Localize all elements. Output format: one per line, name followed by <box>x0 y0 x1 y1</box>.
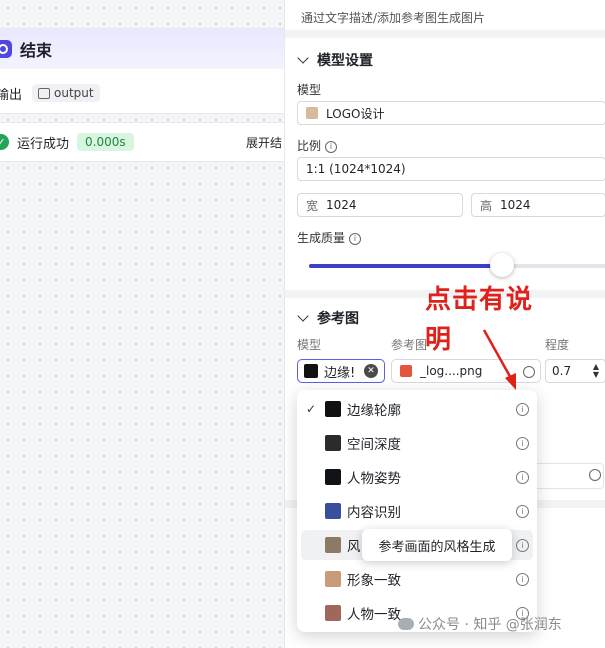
model-select[interactable]: LOGO设计 <box>297 101 605 125</box>
model-label: 模型 <box>297 83 322 97</box>
end-node-icon <box>0 40 12 58</box>
watermark: 公众号 · 知乎 @张润东 <box>398 614 562 634</box>
watermark-text: 公众号 · 知乎 @张润东 <box>418 617 562 633</box>
info-icon[interactable]: i <box>325 140 338 153</box>
degree-stepper[interactable]: 0.7 ▲ ▼ <box>545 359 605 383</box>
model-value: LOGO设计 <box>326 106 385 121</box>
option-tooltip: 参考画面的风格生成 <box>362 529 512 561</box>
reference-model-value: 边缘! <box>324 365 356 381</box>
file-thumbnail <box>400 365 412 377</box>
option-label: 空间深度 <box>347 437 401 453</box>
option-label: 内容识别 <box>347 505 401 521</box>
info-icon[interactable]: i <box>349 232 362 245</box>
gear-icon[interactable] <box>523 366 535 378</box>
workflow-canvas[interactable]: 结束 输出 output ✓ 运行成功 0.000s 展开结 <box>0 0 284 648</box>
check-icon: ✓ <box>305 402 317 416</box>
height-prefix: 高 <box>480 198 493 213</box>
quality-label-text: 生成质量 <box>297 231 346 245</box>
end-node[interactable]: 结束 输出 output <box>0 28 284 114</box>
option-thumbnail <box>325 537 341 553</box>
ratio-label: 比例 i <box>297 137 338 154</box>
option-label: 形象一致 <box>347 573 401 589</box>
ratio-value: 1:1 (1024*1024) <box>306 162 406 176</box>
chevron-down-icon <box>297 52 309 64</box>
reference-file-name: _log....png <box>420 364 483 378</box>
run-time-badge: 0.000s <box>77 133 134 151</box>
option-thumbnail <box>325 571 341 587</box>
info-icon[interactable]: i <box>516 572 529 586</box>
quality-slider-fill <box>309 264 502 268</box>
quality-slider-thumb[interactable] <box>490 253 514 277</box>
ratio-label-text: 比例 <box>297 139 322 153</box>
model-thumbnail <box>306 107 318 119</box>
output-tag: output <box>32 84 100 102</box>
reference-image-title: 参考图 <box>317 311 359 327</box>
info-icon[interactable]: i <box>516 538 529 552</box>
info-icon[interactable]: i <box>516 436 529 450</box>
model-settings-title: 模型设置 <box>317 53 373 69</box>
dropdown-option[interactable]: 形象一致 i <box>301 564 533 594</box>
reference-model-dropdown: ✓ 边缘轮廓 i 空间深度 i 人物姿势 i 内容识别 i 风 i 形象一致 i 人物一致 i <box>297 390 537 632</box>
gear-icon[interactable] <box>589 469 601 481</box>
run-result-bar: ✓ 运行成功 0.000s 展开结 <box>0 122 284 162</box>
option-thumbnail <box>325 503 341 519</box>
reference-image-header[interactable]: 参考图 <box>297 308 359 328</box>
ratio-select[interactable]: 1:1 (1024*1024) <box>297 157 605 181</box>
width-value: 1024 <box>326 198 357 212</box>
ref-col-model: 模型 <box>297 338 322 352</box>
chevron-down-icon <box>297 310 309 322</box>
option-thumbnail <box>325 435 341 451</box>
output-label: 输出 <box>0 87 23 103</box>
clear-icon[interactable]: ✕ <box>364 364 378 378</box>
option-label: 人物一致 <box>347 607 401 623</box>
dropdown-option[interactable]: 内容识别 i <box>301 496 533 526</box>
section-divider <box>285 30 605 38</box>
stepper-arrows-icon[interactable]: ▲ ▼ <box>593 363 599 379</box>
dropdown-option[interactable]: ✓ 边缘轮廓 i <box>301 394 533 424</box>
width-prefix: 宽 <box>306 198 319 213</box>
ref-col-reference: 参考图 <box>391 338 428 352</box>
wechat-icon <box>398 618 414 630</box>
expand-result-link[interactable]: 展开结 <box>246 134 282 151</box>
option-thumbnail <box>325 401 341 417</box>
height-input[interactable]: 高 1024 <box>471 193 605 217</box>
option-label: 风 <box>347 539 361 555</box>
height-value: 1024 <box>500 198 531 212</box>
model-settings-header[interactable]: 模型设置 <box>297 50 373 70</box>
edge-contour-thumbnail <box>304 364 318 378</box>
end-node-header: 结束 <box>0 29 284 69</box>
option-label: 边缘轮廓 <box>347 403 401 419</box>
annotation-line-1: 点击有说 <box>425 285 534 315</box>
annotation-arrow <box>482 329 516 390</box>
option-label: 人物姿势 <box>347 471 401 487</box>
image-icon <box>38 87 51 99</box>
info-icon[interactable]: i <box>516 470 529 484</box>
run-status: 运行成功 <box>17 136 70 152</box>
end-node-title: 结束 <box>20 41 53 60</box>
panel-hint: 通过文字描述/添加参考图生成图片 <box>301 11 486 25</box>
info-icon[interactable]: i <box>516 504 529 518</box>
end-node-body: 输出 output <box>0 69 284 111</box>
output-tag-label: output <box>54 86 94 100</box>
dropdown-option[interactable]: 空间深度 i <box>301 428 533 458</box>
reference-model-select[interactable]: 边缘! ✕ <box>297 359 385 383</box>
option-thumbnail <box>325 605 341 621</box>
dropdown-option[interactable]: 人物姿势 i <box>301 462 533 492</box>
degree-value: 0.7 <box>552 364 572 378</box>
option-thumbnail <box>325 469 341 485</box>
info-icon[interactable]: i <box>516 402 529 416</box>
quality-label: 生成质量 i <box>297 229 362 246</box>
success-check-icon: ✓ <box>0 134 9 150</box>
width-input[interactable]: 宽 1024 <box>297 193 463 217</box>
